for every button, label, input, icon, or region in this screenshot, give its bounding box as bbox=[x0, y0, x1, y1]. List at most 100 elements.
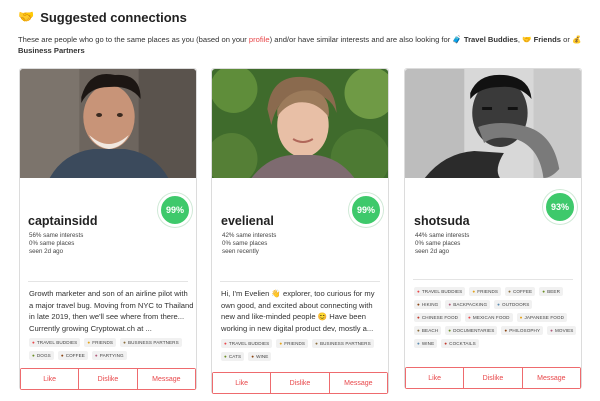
bio-line: in late 2019, then we'll see where from … bbox=[29, 312, 185, 321]
interest-tag: ● PARTYING bbox=[91, 351, 127, 360]
like-button[interactable]: Like bbox=[21, 369, 80, 389]
bio-line: working in new digital product dev, most… bbox=[221, 323, 374, 333]
tag-label: CATS bbox=[228, 354, 242, 359]
message-button[interactable]: Message bbox=[137, 369, 195, 389]
tag-icon: ● bbox=[32, 340, 35, 345]
interest-tag: ● WINE bbox=[248, 352, 272, 361]
tag-label: BUSINESS PARTNERS bbox=[319, 341, 371, 346]
desc-friends: Friends bbox=[533, 35, 562, 44]
divider bbox=[28, 281, 188, 282]
tag-label: DOCUMENTARIES bbox=[453, 328, 495, 333]
title-row: 🤝 Suggested connections bbox=[18, 9, 590, 25]
tag-label: PHILOSOPHY bbox=[509, 328, 541, 333]
interest-tag: ● DOCUMENTARIES bbox=[445, 326, 498, 335]
profile-link[interactable]: profile bbox=[249, 35, 270, 44]
interest-tag: ● DOGS bbox=[29, 351, 54, 360]
last-seen: seen 2d ago bbox=[415, 248, 450, 256]
tag-icon: ● bbox=[550, 328, 553, 333]
tag-label: DOGS bbox=[36, 353, 51, 358]
username[interactable]: shotsuda bbox=[414, 214, 470, 228]
dislike-button[interactable]: Dislike bbox=[464, 368, 523, 388]
tag-icon: ● bbox=[315, 341, 318, 346]
bio-line: Currently growing Cryptowat.ch at ... bbox=[29, 323, 152, 333]
friends-icon: 🤝 bbox=[522, 35, 532, 44]
tag-label: FRIENDS bbox=[284, 341, 306, 346]
tag-icon: ● bbox=[32, 353, 35, 358]
business-partners-icon: 💰 bbox=[572, 35, 582, 44]
same-interests: 56% same interests bbox=[29, 232, 84, 239]
tag-icon: ● bbox=[472, 289, 476, 294]
tag-label: BACKPACKING bbox=[453, 302, 488, 307]
tag-label: COFFEE bbox=[512, 289, 533, 294]
section-title: Suggested connections bbox=[40, 9, 187, 25]
interest-tag: ● PHILOSOPHY bbox=[501, 326, 544, 335]
profile-photo[interactable] bbox=[212, 69, 388, 178]
tag-icon: ● bbox=[251, 354, 255, 359]
tag-icon: ● bbox=[417, 341, 420, 346]
tag-label: OUTDOORS bbox=[502, 302, 530, 307]
interest-tag: ● BUSINESS PARTNERS bbox=[312, 339, 374, 348]
tag-icon: ● bbox=[417, 302, 420, 307]
same-interests: 42% same interests bbox=[222, 232, 277, 239]
same-places: 0% same places bbox=[222, 240, 268, 248]
interest-tag: ● FRIENDS bbox=[469, 287, 502, 296]
tag-label: BUSINESS PARTNERS bbox=[127, 340, 179, 345]
dislike-button[interactable]: Dislike bbox=[79, 369, 138, 389]
match-badge: 99% bbox=[158, 193, 192, 227]
connection-card: 99% evelienal 42% same interests 0% same… bbox=[211, 68, 389, 394]
interest-tag: ● CATS bbox=[221, 352, 245, 361]
interest-tag: ● BEER bbox=[539, 287, 563, 296]
tag-label: MEXICAN FOOD bbox=[472, 315, 510, 320]
profile-photo-image bbox=[212, 69, 388, 178]
interest-tag: ● HIKING bbox=[414, 300, 442, 309]
interest-tags: ● TRAVEL BUDDIES ● FRIENDS ● BUSINESS PARTNER… bbox=[29, 338, 194, 360]
last-seen: seen recently bbox=[222, 248, 259, 256]
tag-icon: ● bbox=[224, 354, 227, 359]
username[interactable]: evelienal bbox=[221, 214, 274, 228]
interest-tag: ● TRAVEL BUDDIES bbox=[29, 338, 81, 347]
profile-photo[interactable] bbox=[20, 69, 196, 178]
desc-business-partners: Business Partners bbox=[18, 46, 85, 55]
like-button[interactable]: Like bbox=[406, 368, 465, 388]
last-seen: seen 2d ago bbox=[29, 248, 64, 256]
tag-label: HIKING bbox=[421, 302, 439, 307]
section-description: These are people who go to the same plac… bbox=[18, 34, 590, 56]
tag-label: COCKTAILS bbox=[449, 341, 476, 346]
interest-tags: ● TRAVEL BUDDIES ● FRIENDS ● BUSINESS PARTNER… bbox=[221, 339, 386, 361]
tag-icon: ● bbox=[504, 328, 508, 333]
interest-tag: ● BUSINESS PARTNERS bbox=[120, 338, 182, 347]
tag-icon: ● bbox=[417, 315, 420, 320]
divider bbox=[220, 281, 380, 282]
interest-tag: ● COCKTAILS bbox=[441, 339, 479, 348]
tag-label: TRAVEL BUDDIES bbox=[421, 289, 463, 294]
username[interactable]: captainsidd bbox=[28, 214, 97, 228]
dislike-button[interactable]: Dislike bbox=[271, 373, 330, 393]
match-badge: 93% bbox=[543, 190, 577, 224]
bio-line: a major travel bug. Moving from NYC to T… bbox=[29, 300, 194, 310]
interest-tag: ● FRIENDS bbox=[84, 338, 117, 347]
match-stats: 44% same interests 0% same places seen 2… bbox=[415, 232, 469, 257]
message-button[interactable]: Message bbox=[522, 368, 580, 388]
tag-label: COFFEE bbox=[65, 353, 85, 358]
like-button[interactable]: Like bbox=[213, 373, 272, 393]
desc-text: ) and/or have similar interests and are … bbox=[269, 35, 453, 44]
tag-label: FRIENDS bbox=[477, 289, 499, 294]
bio-line: Hi, I'm Evelien 👋 explorer, too curious … bbox=[221, 289, 375, 298]
connection-card: 93% shotsuda 44% same interests 0% same … bbox=[404, 68, 582, 389]
profile-photo[interactable] bbox=[405, 69, 581, 178]
tag-icon: ● bbox=[123, 340, 126, 345]
tag-label: PARTYING bbox=[99, 353, 124, 358]
tag-icon: ● bbox=[448, 328, 452, 333]
interest-tag: ● WINE bbox=[414, 339, 438, 348]
tag-label: TRAVEL BUDDIES bbox=[36, 340, 78, 345]
section-header: 🤝 Suggested connections These are people… bbox=[18, 9, 590, 56]
action-buttons: Like Dislike Message bbox=[405, 367, 581, 389]
interest-tag: ● BEACH bbox=[414, 326, 442, 335]
interest-tags: ● TRAVEL BUDDIES ● FRIENDS ● COFFEE ● BEER ● HIKI… bbox=[414, 287, 579, 348]
bio-line: new and like-minded people 😊 Have been bbox=[221, 312, 366, 321]
desc-travel-buddies: Travel Buddies bbox=[463, 35, 518, 44]
tag-icon: ● bbox=[542, 289, 546, 294]
connection-card: 99% captainsidd 56% same interests 0% sa… bbox=[19, 68, 197, 390]
tag-icon: ● bbox=[60, 353, 64, 358]
message-button[interactable]: Message bbox=[329, 373, 387, 393]
